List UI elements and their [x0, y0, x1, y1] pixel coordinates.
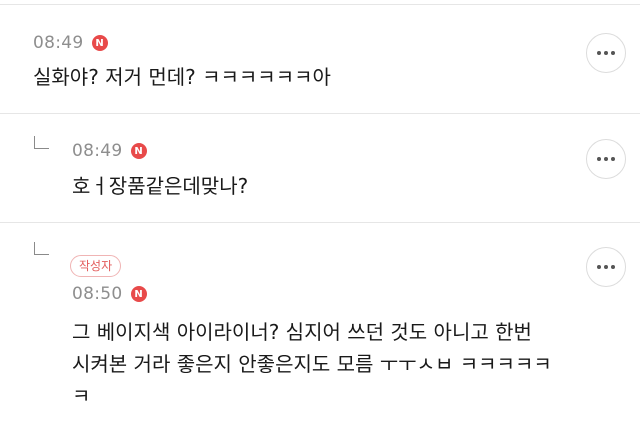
more-horizontal-icon: [597, 265, 615, 269]
reply-arrow-icon: [34, 242, 49, 255]
comment-time: 08:49: [33, 33, 84, 53]
comment-text-line: 그 베이지색 아이라이너? 심지어 쓰던 것도 아니고 한번: [72, 320, 532, 344]
comment-item: 08:49 N 호ㅓ장품같은데맞나?: [0, 114, 640, 223]
more-options-button[interactable]: [586, 247, 626, 287]
author-badge: 작성자: [70, 255, 122, 277]
more-options-button[interactable]: [586, 33, 626, 73]
comment-text: 호ㅓ장품같은데맞나?: [72, 174, 249, 198]
comment-item: 작성자 08:50 N 그 베이지색 아이라이너? 심지어 쓰던 것도 아니고 …: [0, 223, 640, 442]
comment-meta: 08:50 N: [72, 284, 147, 304]
new-badge: N: [91, 35, 108, 51]
comment-time: 08:49: [72, 141, 123, 161]
more-horizontal-icon: [597, 157, 615, 161]
new-badge: N: [130, 143, 147, 159]
comment-item: 08:49 N 실화야? 저거 먼데? ㅋㅋㅋㅋㅋㅋ아: [0, 5, 640, 114]
reply-arrow-icon: [34, 136, 49, 149]
more-options-button[interactable]: [586, 139, 626, 179]
new-badge: N: [130, 286, 147, 302]
comment-meta: 08:49 N: [33, 33, 108, 53]
comment-meta: 08:49 N: [72, 141, 147, 161]
comment-text: 실화야? 저거 먼데? ㅋㅋㅋㅋㅋㅋ아: [33, 65, 331, 89]
comment-text-line: 시켜본 거라 좋은지 안좋은지도 모름 ㅜㅜㅅㅂ ㅋㅋㅋㅋㅋ: [72, 352, 552, 376]
comment-text-line: ㅋ: [72, 384, 91, 408]
comment-time: 08:50: [72, 284, 123, 304]
more-horizontal-icon: [597, 51, 615, 55]
